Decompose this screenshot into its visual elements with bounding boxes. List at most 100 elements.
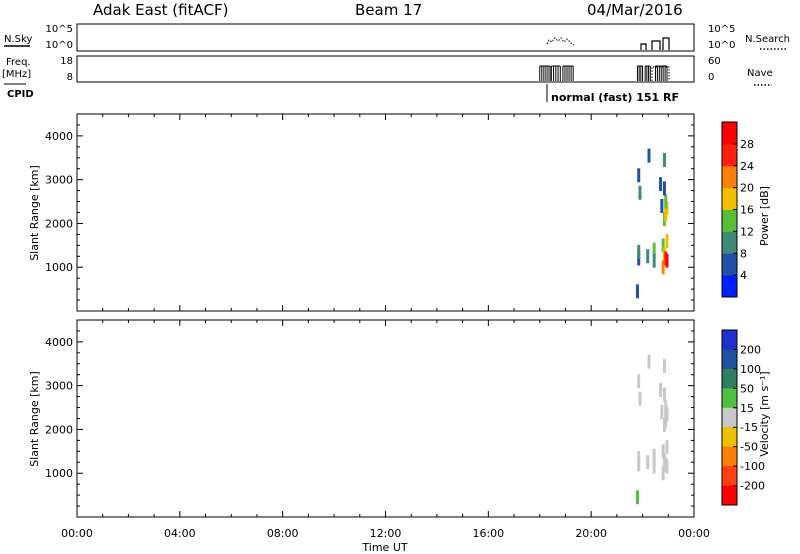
nsearch-trace (546, 37, 575, 46)
nsky-tick-bottom: 10^0 (46, 40, 73, 51)
nave-trace (651, 66, 670, 81)
power-colorbar-segment (722, 209, 737, 232)
power-cell (652, 253, 656, 268)
cpid-mode-text: normal (fast) 151 RF (551, 91, 679, 104)
velocity-cell (635, 490, 639, 505)
freq-label-line1: Freq. (6, 57, 31, 68)
freq-tick-top: 18 (60, 56, 73, 67)
power-colorbar-tick-label: 20 (740, 182, 754, 195)
velocity-colorbar-segment (722, 330, 737, 350)
velocity-colorbar-segment (722, 407, 737, 428)
freq-label-line2: [MHz] (2, 69, 31, 80)
nsearch-tick-bottom: 10^0 (708, 40, 735, 51)
x-tick-label: 04:00 (164, 527, 196, 540)
power-colorbar: 4 8 12 16 20 24 28 (721, 121, 754, 298)
power-cell (659, 177, 663, 192)
power-cell (646, 249, 650, 264)
velocity-ytick-label: 4000 (45, 336, 73, 349)
velocity-ylabel: Slant Range [km] (28, 371, 41, 467)
velocity-cell (637, 450, 641, 465)
velocity-plot-frame (76, 319, 695, 518)
nsky-panel (76, 23, 695, 52)
velocity-colorbar-segment (722, 349, 737, 370)
power-cell (660, 198, 664, 213)
velocity-colorbar-tick-label: 15 (740, 402, 754, 415)
velocity-colorbar-segment (722, 485, 737, 506)
velocity-colorbar-tick-label: -15 (740, 421, 758, 434)
power-colorbar-label: Power [dB] (758, 186, 771, 246)
power-colorbar-tick-label: 16 (740, 204, 754, 217)
x-tick-label: 00:00 (678, 527, 710, 540)
velocity-colorbar-tick-label: -200 (740, 480, 765, 493)
velocity-colorbar-segment (722, 446, 737, 467)
power-cell (662, 152, 666, 167)
power-cell (637, 244, 641, 259)
velocity-colorbar-tick-label: -50 (740, 441, 758, 454)
velocity-colorbar-segment (722, 427, 737, 448)
power-colorbar-tick-label: 12 (740, 225, 754, 238)
x-axis-label: Time UT (361, 541, 407, 554)
cpid-label: CPID (7, 89, 34, 100)
power-cell (662, 181, 666, 196)
power-colorbar-tick-label: 4 (740, 269, 747, 282)
power-colorbar-segment (722, 275, 737, 298)
velocity-colorbar-segment (722, 368, 737, 389)
velocity-colorbar-tick-label: 200 (740, 343, 761, 356)
velocity-cell (665, 439, 669, 454)
power-colorbar-tick-label: 8 (740, 247, 747, 260)
date-title: 04/Mar/2016 (587, 1, 683, 19)
velocity-cell (638, 391, 642, 406)
power-colorbar-segment (722, 187, 737, 210)
radar-figure: Adak East (fitACF) Beam 17 04/Mar/2016 N… (2, 1, 790, 554)
x-tick-label: 12:00 (370, 527, 402, 540)
velocity-cell (662, 387, 666, 402)
nsky-tick-top: 10^5 (46, 24, 73, 35)
power-colorbar-tick-label: 24 (740, 160, 754, 173)
power-ytick-label: 1000 (45, 261, 73, 274)
power-panel: 1000 2000 3000 4000 Slant Range [km] (28, 113, 695, 312)
nsearch-tick-top: 10^5 (708, 24, 735, 35)
power-cell (665, 233, 669, 248)
power-cell (635, 284, 639, 299)
nsky-label: N.Sky (4, 34, 32, 45)
velocity-cell (660, 404, 664, 419)
freq-tick-bottom: 8 (67, 72, 73, 83)
velocity-colorbar-tick-label: 50 (740, 382, 754, 395)
station-title: Adak East (fitACF) (93, 1, 228, 19)
power-ytick-label: 2000 (45, 217, 73, 230)
power-cell (638, 185, 642, 200)
nave-tick-bottom: 0 (708, 72, 714, 83)
velocity-cell (652, 459, 656, 474)
velocity-cell (661, 466, 665, 481)
x-tick-label: 08:00 (267, 527, 299, 540)
power-ytick-label: 4000 (45, 130, 73, 143)
nave-tick-top: 60 (708, 56, 721, 67)
power-cell (637, 168, 641, 183)
x-tick-label: 16:00 (472, 527, 504, 540)
velocity-cell (647, 354, 651, 369)
x-tick-label: 00:00 (61, 527, 93, 540)
power-plot-frame (76, 113, 695, 312)
power-colorbar-segment (722, 231, 737, 254)
velocity-colorbar-tick-label: -100 (740, 460, 765, 473)
power-colorbar-segment (722, 253, 737, 276)
velocity-colorbar-label: Velocity [m s⁻¹] (758, 371, 771, 456)
freq-panel (76, 55, 695, 83)
nsky-series (546, 37, 670, 50)
nave-label: Nave (747, 68, 773, 79)
power-cell (664, 194, 668, 209)
nsearch-label: N.Search (745, 34, 790, 45)
power-cell (665, 253, 669, 268)
x-tick-label: 20:00 (575, 527, 607, 540)
power-colorbar-tick-label: 28 (740, 138, 754, 151)
power-ylabel: Slant Range [km] (28, 165, 41, 261)
power-cell (647, 148, 651, 163)
power-ytick-label: 3000 (45, 174, 73, 187)
velocity-cell (662, 358, 666, 373)
power-cell (661, 260, 665, 275)
nsky-trace (640, 37, 670, 50)
velocity-cell (665, 459, 669, 474)
freq-series (539, 65, 668, 81)
velocity-colorbar-segment (722, 388, 737, 409)
velocity-panel: 1000 2000 3000 4000 Slant Range [km] (28, 319, 695, 518)
